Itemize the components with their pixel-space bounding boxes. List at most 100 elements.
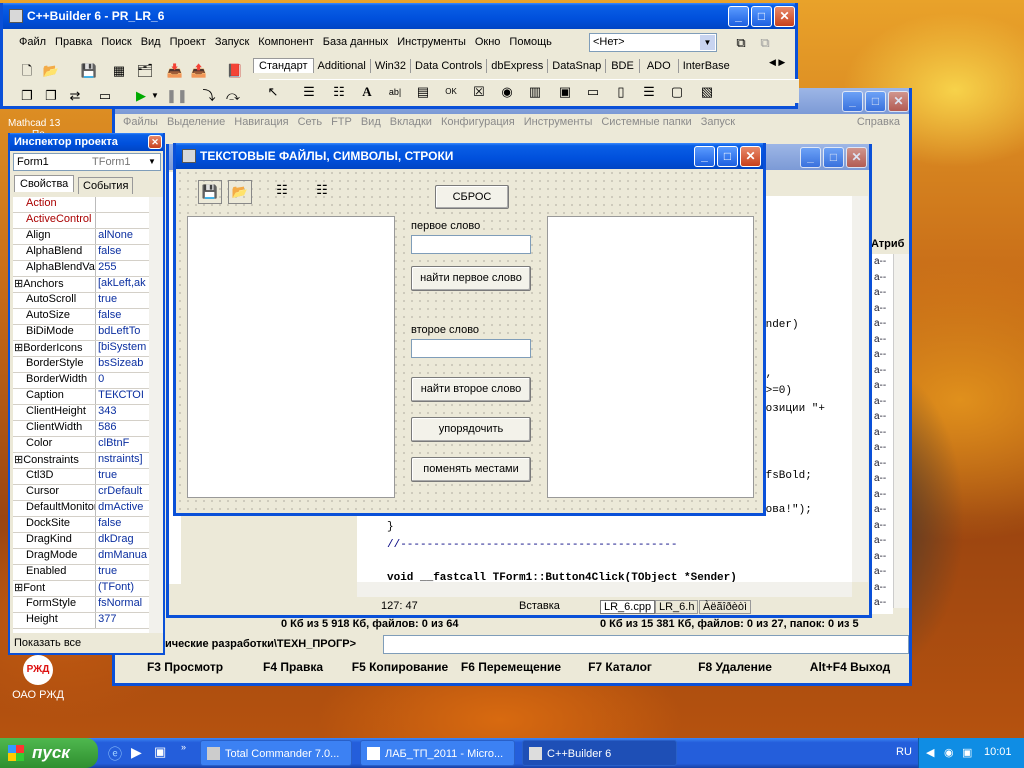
button-component-icon[interactable]: OK — [441, 82, 461, 102]
property-row[interactable]: ⊞BorderIcons [biSystem — [13, 341, 149, 357]
open-icon[interactable]: 📂 — [41, 61, 61, 81]
palette-tab[interactable]: BDE — [606, 59, 640, 73]
palette-tab[interactable]: Additional — [314, 59, 371, 73]
menu-tools[interactable]: Инструменты — [397, 36, 466, 48]
tc-right-file-list[interactable]: a-- a-- a-- a-- a-- a-- a-- a-- a-- a-- a-- a-- a-- a… — [871, 254, 893, 614]
property-row[interactable]: DragMode dmManua — [13, 549, 149, 565]
property-value[interactable]: dmManua — [95, 549, 149, 564]
debug-desktop-icon[interactable]: ⧉ — [755, 33, 775, 53]
second-word-input[interactable] — [411, 339, 531, 358]
property-value[interactable]: 586 — [95, 421, 149, 436]
property-row[interactable]: DefaultMonitor dmActive — [13, 501, 149, 517]
run-icon[interactable]: ▶ — [131, 86, 151, 106]
property-row[interactable]: AlphaBlendVal 255 — [13, 261, 149, 277]
editor-file-tab[interactable]: LR_6.cpp — [600, 600, 656, 614]
form-close-button[interactable]: ✕ — [740, 146, 761, 167]
opendialog-icon[interactable]: 📂 — [228, 180, 252, 204]
tc-menu-item[interactable]: Навигация — [234, 116, 288, 128]
property-row[interactable]: Align alNone — [13, 229, 149, 245]
first-word-input[interactable] — [411, 235, 531, 254]
palette-tab[interactable]: InterBase — [679, 59, 734, 73]
code-vscrollbar[interactable] — [852, 196, 868, 582]
property-row[interactable]: ActiveControl — [13, 213, 149, 229]
palette-tab-standard[interactable]: Стандарт — [253, 58, 314, 73]
property-row[interactable]: ClientHeight 343 — [13, 405, 149, 421]
property-value[interactable]: false — [95, 309, 149, 324]
tc-right-scrollbar[interactable] — [893, 254, 909, 608]
savedialog-icon[interactable]: 💾 — [198, 180, 222, 204]
builder-main-window[interactable]: C++Builder 6 - PR_LR_6 _ □ ✕ Файл Правка П… — [0, 3, 799, 109]
groupbox-component-icon[interactable]: ▯ — [611, 82, 631, 102]
palette-scroll-arrows[interactable]: ◀ ▶ — [769, 57, 785, 68]
pause-icon[interactable]: ❚❚ — [165, 86, 188, 106]
help-icon[interactable]: 📕 — [225, 61, 245, 81]
property-value[interactable]: [biSystem — [94, 341, 149, 356]
tc-f5-button[interactable]: F5 Копирование — [345, 660, 455, 674]
view-unit-icon[interactable]: ❐ — [17, 86, 37, 106]
find-first-word-button[interactable]: найти первое слово — [411, 266, 531, 291]
property-row[interactable]: Action — [13, 197, 149, 213]
palette-tab[interactable]: ADO — [640, 59, 679, 73]
save-desktop-icon[interactable]: ⧉ — [731, 33, 751, 53]
open-project-icon[interactable]: 🗂 — [135, 61, 155, 81]
task-total-commander[interactable]: Total Commander 7.0... — [200, 740, 352, 766]
save-all-icon[interactable]: ▦ — [109, 61, 129, 81]
menu-help[interactable]: Помощь — [509, 36, 552, 48]
add-file-icon[interactable]: 📥 — [165, 61, 185, 81]
property-row[interactable]: ⊞Font (TFont) — [13, 581, 149, 597]
save-icon[interactable]: 💾 — [79, 61, 99, 81]
menu-edit[interactable]: Правка — [55, 36, 92, 48]
property-row[interactable]: ClientWidth 586 — [13, 421, 149, 437]
run-dropdown-icon[interactable]: ▼ — [149, 86, 161, 106]
palette-tab[interactable]: Win32 — [371, 59, 412, 73]
quicklaunch-media-icon[interactable]: ▶ — [131, 744, 142, 761]
editor-maximize-button[interactable]: □ — [823, 147, 844, 168]
memo-left[interactable] — [187, 216, 395, 498]
tc-menu-item[interactable]: Выделение — [167, 116, 225, 128]
tc-f6-button[interactable]: F6 Перемещение — [455, 660, 567, 674]
start-button[interactable]: пуск — [0, 738, 98, 768]
tc-maximize-button[interactable]: □ — [865, 91, 886, 112]
menu-project[interactable]: Проект — [170, 36, 206, 48]
tc-close-button[interactable]: ✕ — [888, 91, 909, 112]
property-row[interactable]: DockSite false — [13, 517, 149, 533]
property-value[interactable]: ТЕКСТОІ — [95, 389, 149, 404]
menu-database[interactable]: База данных — [323, 36, 389, 48]
language-indicator[interactable]: RU — [896, 746, 912, 758]
property-value[interactable]: bsSizeab — [95, 357, 149, 372]
property-value[interactable]: 0 — [95, 373, 149, 388]
property-value[interactable]: fsNormal — [95, 597, 149, 612]
property-value[interactable] — [95, 213, 149, 228]
tc-f8-button[interactable]: F8 Удаление — [680, 660, 790, 674]
property-value[interactable]: true — [95, 565, 149, 580]
tc-f7-button[interactable]: F7 Каталог — [570, 660, 670, 674]
property-row[interactable]: Caption ТЕКСТОІ — [13, 389, 149, 405]
object-selector[interactable]: Form1 TForm1 ▼ — [13, 153, 161, 171]
builder-minimize-button[interactable]: _ — [728, 6, 749, 27]
property-value[interactable]: 255 — [95, 261, 149, 276]
property-value[interactable]: dkDrag — [95, 533, 149, 548]
tc-menu-item[interactable]: Файлы — [123, 116, 158, 128]
desktop-icon-rzd[interactable]: РЖД ОАО РЖД — [8, 655, 68, 701]
property-row[interactable]: Height 377 — [13, 613, 149, 629]
task-word-document[interactable]: ЛАБ_ТП_2011 - Micro... — [360, 740, 515, 766]
tc-menu-item[interactable]: FTP — [331, 116, 352, 128]
tc-command-input[interactable] — [383, 635, 909, 654]
property-scrollbar[interactable] — [149, 197, 163, 633]
property-value[interactable]: true — [95, 293, 149, 308]
toggle-form-unit-icon[interactable]: ⇄ — [65, 86, 85, 106]
property-value[interactable]: bdLeftTo — [95, 325, 149, 340]
property-row[interactable]: Color clBtnF — [13, 437, 149, 453]
component-icon-2[interactable]: ☷ — [310, 180, 334, 204]
trace-into-icon[interactable]: ⤵ — [199, 86, 219, 106]
property-value[interactable]: false — [95, 517, 149, 532]
palette-tab[interactable]: Data Controls — [411, 59, 488, 73]
menu-window[interactable]: Окно — [475, 36, 501, 48]
swap-button[interactable]: поменять местами — [411, 457, 531, 482]
code-hscrollbar[interactable] — [357, 582, 852, 597]
property-row[interactable]: BiDiMode bdLeftTo — [13, 325, 149, 341]
object-inspector-window[interactable]: Инспектор проекта ✕ Form1 TForm1 ▼ Свойств… — [8, 133, 165, 655]
tab-events[interactable]: События — [78, 177, 134, 194]
tc-menu-item[interactable]: Конфигурация — [441, 116, 515, 128]
new-form-icon[interactable]: ▭ — [95, 86, 115, 106]
